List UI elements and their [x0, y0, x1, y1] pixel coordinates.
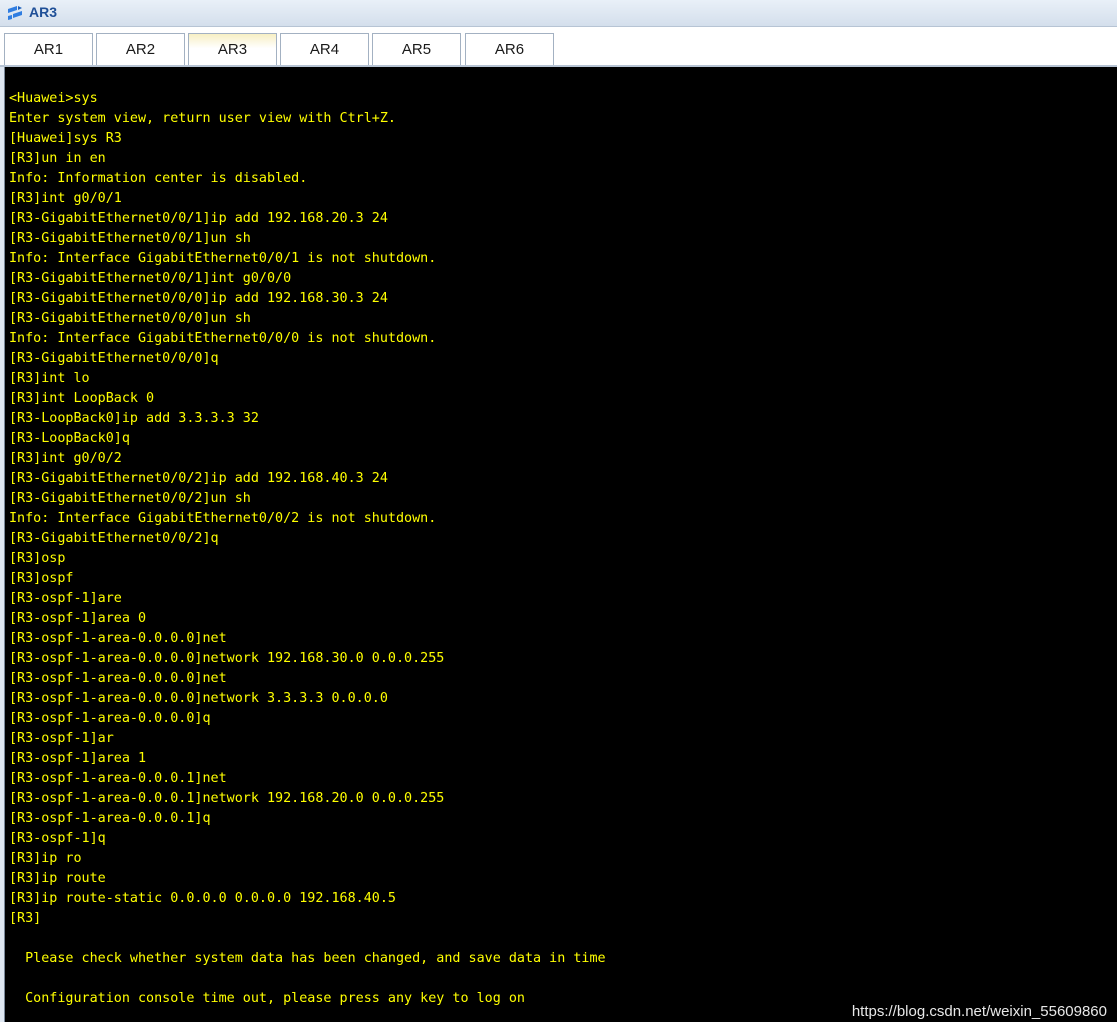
- terminal-line: [R3-ospf-1-area-0.0.0.0]net: [9, 631, 227, 646]
- tab-ar3[interactable]: AR3: [188, 33, 277, 66]
- terminal-line: [R3-LoopBack0]ip add 3.3.3.3 32: [9, 411, 259, 426]
- terminal-line: [R3-ospf-1-area-0.0.0.0]network 3.3.3.3 …: [9, 691, 388, 706]
- title-bar: AR3: [0, 0, 1117, 27]
- terminal-line: [R3]int lo: [9, 371, 90, 386]
- terminal-line: Please check whether system data has bee…: [9, 951, 606, 966]
- terminal-line: [R3]ip route: [9, 871, 106, 886]
- ensp-cli-window: AR3 AR1 AR2 AR3 AR4 AR5 AR6 <Huawei>sys E…: [0, 0, 1117, 1022]
- terminal-line: [R3-GigabitEthernet0/0/2]un sh: [9, 491, 251, 506]
- terminal-line: [R3-GigabitEthernet0/0/2]ip add 192.168.…: [9, 471, 388, 486]
- terminal-line: [R3-ospf-1-area-0.0.0.0]net: [9, 671, 227, 686]
- terminal-line: [R3]int g0/0/1: [9, 191, 122, 206]
- terminal-line: [R3]int g0/0/2: [9, 451, 122, 466]
- terminal-line: [R3-ospf-1-area-0.0.0.0]network 192.168.…: [9, 651, 445, 666]
- terminal-line: Info: Information center is disabled.: [9, 171, 308, 186]
- terminal-line: Info: Interface GigabitEthernet0/0/2 is …: [9, 511, 437, 526]
- session-tab-bar: AR1 AR2 AR3 AR4 AR5 AR6: [0, 27, 1117, 67]
- terminal-line: Info: Interface GigabitEthernet0/0/0 is …: [9, 331, 437, 346]
- terminal-line: [R3-GigabitEthernet0/0/0]un sh: [9, 311, 251, 326]
- terminal-line: [R3-GigabitEthernet0/0/0]q: [9, 351, 219, 366]
- terminal-line: [R3]int LoopBack 0: [9, 391, 155, 406]
- terminal-line: [R3-LoopBack0]q: [9, 431, 130, 446]
- terminal-line: [R3-GigabitEthernet0/0/1]ip add 192.168.…: [9, 211, 388, 226]
- terminal-line: [R3]: [9, 911, 42, 926]
- terminal-line: [R3]un in en: [9, 151, 106, 166]
- terminal-line: [R3]ip route-static 0.0.0.0 0.0.0.0 192.…: [9, 891, 396, 906]
- tab-ar6[interactable]: AR6: [465, 33, 554, 66]
- terminal-line: Info: Interface GigabitEthernet0/0/1 is …: [9, 251, 437, 266]
- terminal-line: [R3-ospf-1]q: [9, 831, 106, 846]
- terminal-line: [R3]osp: [9, 551, 66, 566]
- terminal-line: [R3-ospf-1]are: [9, 591, 122, 606]
- terminal-line: [R3-ospf-1]ar: [9, 731, 114, 746]
- tab-ar1[interactable]: AR1: [4, 33, 93, 66]
- tab-ar5[interactable]: AR5: [372, 33, 461, 66]
- terminal-line: [R3-GigabitEthernet0/0/0]ip add 192.168.…: [9, 291, 388, 306]
- terminal-line: [R3-GigabitEthernet0/0/1]un sh: [9, 231, 251, 246]
- terminal-line: Enter system view, return user view with…: [9, 111, 396, 126]
- terminal-line: <Huawei>sys: [9, 91, 98, 106]
- terminal-line: [R3-ospf-1]area 1: [9, 751, 147, 766]
- router-icon: [6, 5, 24, 21]
- terminal-line: [R3-ospf-1-area-0.0.0.1]network 192.168.…: [9, 791, 445, 806]
- tab-ar2[interactable]: AR2: [96, 33, 185, 66]
- terminal-line: [R3-GigabitEthernet0/0/2]q: [9, 531, 219, 546]
- terminal-line: [R3]ospf: [9, 571, 74, 586]
- terminal-line: [R3-ospf-1-area-0.0.0.0]q: [9, 711, 211, 726]
- tab-ar4[interactable]: AR4: [280, 33, 369, 66]
- terminal-console[interactable]: <Huawei>sys Enter system view, return use…: [4, 67, 1117, 1022]
- watermark-text: https://blog.csdn.net/weixin_55609860: [851, 1003, 1107, 1020]
- terminal-line: [R3-GigabitEthernet0/0/1]int g0/0/0: [9, 271, 292, 286]
- terminal-line: [Huawei]sys R3: [9, 131, 122, 146]
- terminal-line: [R3]ip ro: [9, 851, 82, 866]
- terminal-line: [R3-ospf-1-area-0.0.0.1]net: [9, 771, 227, 786]
- terminal-line: Configuration console time out, please p…: [9, 991, 525, 1006]
- terminal-line: [R3-ospf-1-area-0.0.0.1]q: [9, 811, 211, 826]
- window-title: AR3: [29, 4, 58, 20]
- terminal-line: [R3-ospf-1]area 0: [9, 611, 147, 626]
